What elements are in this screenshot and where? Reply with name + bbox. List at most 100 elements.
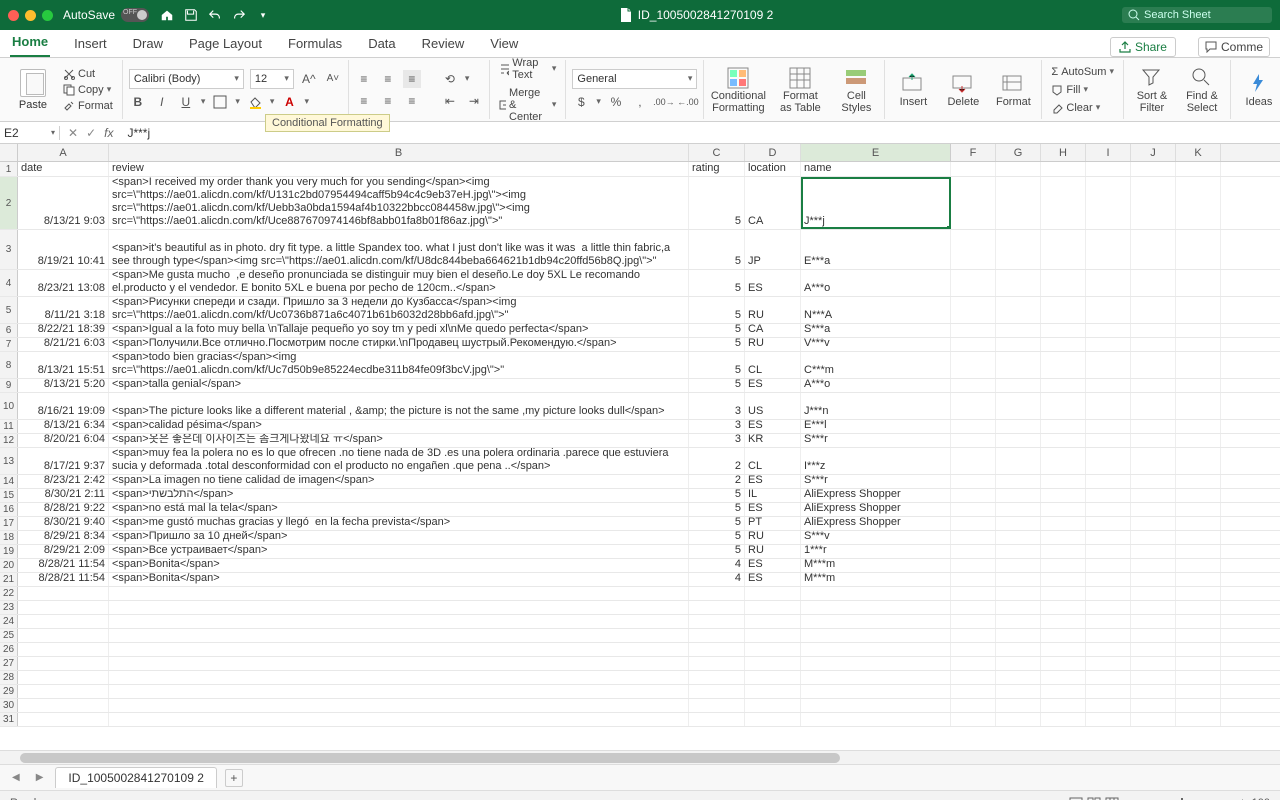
col-header-B[interactable]: B xyxy=(109,144,689,161)
cell[interactable] xyxy=(1086,643,1131,656)
tab-review[interactable]: Review xyxy=(420,32,467,57)
cell[interactable]: <span>La imagen no tiene calidad de imag… xyxy=(109,475,689,488)
decrease-indent-icon[interactable]: ⇤ xyxy=(441,92,459,110)
cell[interactable] xyxy=(1176,352,1221,378)
cell[interactable] xyxy=(1041,434,1086,447)
increase-font-icon[interactable]: A^ xyxy=(300,70,318,88)
cell[interactable]: V***v xyxy=(801,338,951,351)
cut-button[interactable]: Cut xyxy=(60,67,116,81)
cell[interactable]: IL xyxy=(745,489,801,502)
cell[interactable]: <span>Bonita</span> xyxy=(109,559,689,572)
cell[interactable] xyxy=(1041,517,1086,530)
cell[interactable] xyxy=(1176,475,1221,488)
cell[interactable] xyxy=(951,270,996,296)
cell[interactable] xyxy=(996,489,1041,502)
cell[interactable] xyxy=(1041,297,1086,323)
cell[interactable] xyxy=(1131,587,1176,600)
cell[interactable] xyxy=(1176,601,1221,614)
redo-icon[interactable] xyxy=(231,7,247,23)
cell[interactable] xyxy=(1041,671,1086,684)
row-header[interactable]: 29 xyxy=(0,685,18,698)
sheet-tab-active[interactable]: ID_1005002841270109 2 xyxy=(55,767,216,788)
cell[interactable] xyxy=(951,615,996,628)
cell[interactable] xyxy=(18,601,109,614)
cell[interactable] xyxy=(1176,393,1221,419)
cell[interactable] xyxy=(109,699,689,712)
search-sheet-input[interactable]: Search Sheet xyxy=(1122,7,1272,23)
cell[interactable] xyxy=(1041,657,1086,670)
cell[interactable] xyxy=(1176,587,1221,600)
cell[interactable] xyxy=(1131,685,1176,698)
row-header[interactable]: 2 xyxy=(0,177,18,229)
cell[interactable] xyxy=(689,601,745,614)
cell[interactable]: CA xyxy=(745,177,801,229)
cell[interactable]: ES xyxy=(745,270,801,296)
row-header[interactable]: 5 xyxy=(0,297,18,323)
cell[interactable]: 5 xyxy=(689,324,745,337)
cell[interactable] xyxy=(996,601,1041,614)
cell[interactable] xyxy=(1041,379,1086,392)
insert-cells-button[interactable]: Insert xyxy=(891,72,935,108)
delete-cells-button[interactable]: Delete xyxy=(941,72,985,108)
row-header[interactable]: 20 xyxy=(0,559,18,572)
cell[interactable]: 3 xyxy=(689,420,745,433)
cell[interactable] xyxy=(1041,475,1086,488)
cell[interactable] xyxy=(1176,685,1221,698)
cell[interactable] xyxy=(1041,352,1086,378)
cell[interactable] xyxy=(1086,685,1131,698)
cell[interactable]: 5 xyxy=(689,545,745,558)
cell[interactable] xyxy=(801,685,951,698)
number-format-select[interactable]: General▾ xyxy=(572,69,697,89)
underline-button[interactable]: U xyxy=(177,93,195,111)
col-header-H[interactable]: H xyxy=(1041,144,1086,161)
cell[interactable]: J***j xyxy=(801,177,951,229)
zoom-control[interactable]: − + 100 xyxy=(1121,797,1270,800)
cell[interactable]: ES xyxy=(745,573,801,586)
cell[interactable] xyxy=(1176,230,1221,269)
cell[interactable] xyxy=(951,420,996,433)
cell[interactable]: <span>Все устраивает</span> xyxy=(109,545,689,558)
name-box[interactable]: E2▾ xyxy=(0,126,60,140)
cell[interactable] xyxy=(1041,338,1086,351)
cell[interactable] xyxy=(1176,297,1221,323)
cell[interactable]: 2 xyxy=(689,448,745,474)
cell[interactable]: AliExpress Shopper xyxy=(801,503,951,516)
cell[interactable]: <span>התלבשתי</span> xyxy=(109,489,689,502)
bold-button[interactable]: B xyxy=(129,93,147,111)
cell[interactable] xyxy=(951,601,996,614)
fx-icon[interactable]: fx xyxy=(104,126,113,140)
ideas-button[interactable]: Ideas xyxy=(1237,72,1280,108)
cell[interactable]: <span>Рисунки спереди и сзади. Пришло за… xyxy=(109,297,689,323)
font-size-select[interactable]: 12▾ xyxy=(250,69,294,89)
zoom-in-icon[interactable]: + xyxy=(1239,797,1245,800)
row-header[interactable]: 14 xyxy=(0,475,18,488)
cell[interactable] xyxy=(109,615,689,628)
row-header[interactable]: 8 xyxy=(0,352,18,378)
cell[interactable] xyxy=(996,448,1041,474)
cell[interactable] xyxy=(1041,713,1086,726)
cell[interactable]: ES xyxy=(745,379,801,392)
cell[interactable] xyxy=(689,685,745,698)
cell[interactable] xyxy=(1176,713,1221,726)
cell[interactable] xyxy=(1041,531,1086,544)
cell[interactable] xyxy=(689,657,745,670)
add-sheet-button[interactable]: + xyxy=(225,769,243,787)
cell[interactable] xyxy=(109,643,689,656)
cell[interactable] xyxy=(1041,573,1086,586)
cell[interactable] xyxy=(951,434,996,447)
cell[interactable]: RU xyxy=(745,545,801,558)
cell[interactable] xyxy=(1131,434,1176,447)
cell[interactable] xyxy=(1131,230,1176,269)
cell[interactable] xyxy=(1086,297,1131,323)
cell[interactable] xyxy=(1086,573,1131,586)
cell[interactable] xyxy=(1086,713,1131,726)
cell[interactable]: S***a xyxy=(801,324,951,337)
cell[interactable] xyxy=(689,629,745,642)
cell[interactable] xyxy=(1041,270,1086,296)
cell[interactable] xyxy=(951,352,996,378)
decrease-decimal-icon[interactable]: ←.00 xyxy=(679,93,697,111)
cell[interactable]: <span>me gustó muchas gracias y llegó en… xyxy=(109,517,689,530)
cell[interactable]: JP xyxy=(745,230,801,269)
cell[interactable]: date xyxy=(18,162,109,176)
clear-button[interactable]: Clear▾ xyxy=(1048,101,1117,115)
